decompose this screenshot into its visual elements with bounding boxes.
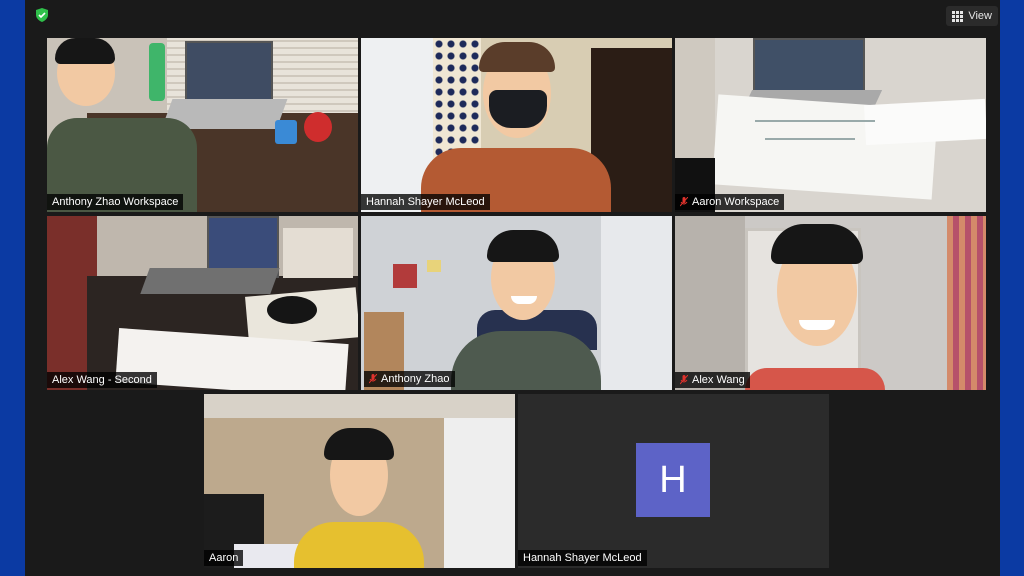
video-tile-camera-off[interactable]: H Hannah Shayer McLeod [518,394,829,568]
participant-nameplate: Hannah Shayer McLeod [361,194,490,210]
view-button[interactable]: View [946,6,998,26]
participant-name: Anthony Zhao Workspace [52,196,179,208]
mic-muted-icon [680,197,688,207]
grid-icon [952,10,964,22]
participant-name: Alex Wang [692,374,745,386]
participant-name: Alex Wang - Second [52,374,152,386]
participant-name: Anthony Zhao [381,373,450,385]
participant-nameplate: Anthony Zhao [364,371,455,387]
avatar: H [636,443,710,517]
participant-nameplate: Alex Wang - Second [47,372,157,388]
video-tile[interactable]: Alex Wang [675,216,986,390]
video-tile[interactable]: Aaron Workspace [675,38,986,212]
video-tile[interactable]: Alex Wang - Second [47,216,358,390]
participant-nameplate: Aaron [204,550,244,566]
mic-muted-icon [369,374,377,384]
participant-name: Aaron Workspace [692,196,780,208]
top-bar: View [25,0,1000,32]
participant-name: Hannah Shayer McLeod [523,552,642,564]
mic-muted-icon [680,375,688,385]
video-tile[interactable]: Aaron [204,394,515,568]
view-label: View [968,10,992,22]
participant-nameplate: Anthony Zhao Workspace [47,194,184,210]
participant-name: Aaron [209,552,239,564]
video-tile-active-speaker[interactable]: Anthony Zhao [361,216,672,390]
participant-nameplate: Aaron Workspace [675,194,785,210]
shield-icon[interactable] [34,7,50,23]
participant-nameplate: Alex Wang [675,372,750,388]
video-conference-window: View Anthony Zhao Workspace Hannah Shaye… [25,0,1000,576]
video-tile[interactable]: Hannah Shayer McLeod [361,38,672,212]
participant-nameplate: Hannah Shayer McLeod [518,550,647,566]
participant-name: Hannah Shayer McLeod [366,196,485,208]
video-tile[interactable]: Anthony Zhao Workspace [47,38,358,212]
